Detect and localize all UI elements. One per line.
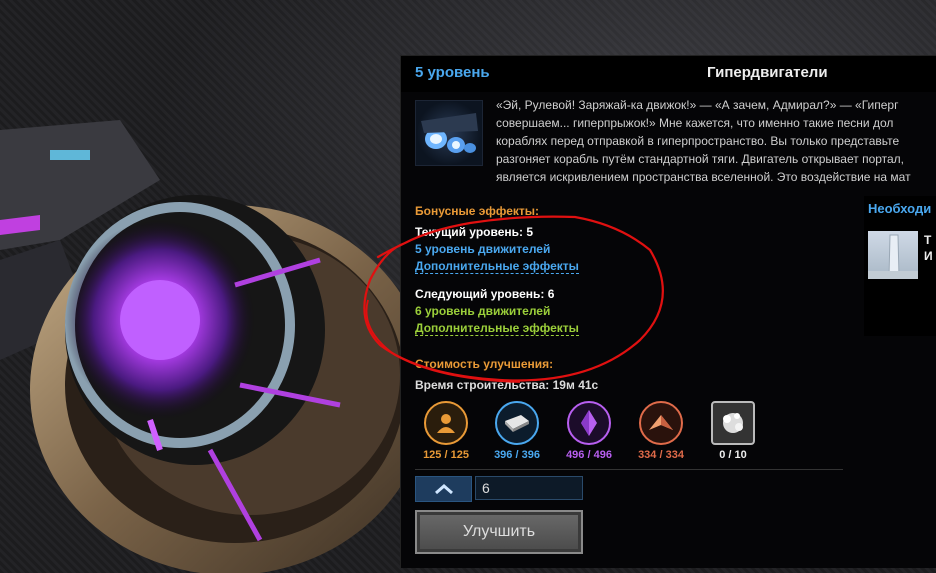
- next-thrusters-link: 6 уровень движителей: [415, 304, 551, 318]
- resource-pilots: 125 / 125: [416, 401, 476, 461]
- dust-icon: [711, 401, 755, 445]
- resource-value: 396 / 396: [494, 449, 540, 461]
- crystal-icon: [567, 401, 611, 445]
- resource-value: 125 / 125: [423, 449, 469, 461]
- next-level-label: Следующий уровень: 6: [415, 287, 555, 301]
- resource-crystal: 496 / 496: [559, 401, 619, 461]
- chevron-up-icon: [434, 484, 453, 495]
- resource-dust: 0 / 10: [703, 401, 763, 461]
- quantity-input[interactable]: [475, 476, 583, 500]
- arrowhead-icon: [639, 401, 683, 445]
- metal-plate-icon: [495, 401, 539, 445]
- resource-value: 0 / 10: [719, 449, 747, 461]
- resource-arrowhead: 334 / 334: [631, 401, 691, 461]
- level-label: 5 уровень: [415, 64, 490, 81]
- requirements-panel: Необходи Т И: [864, 196, 936, 336]
- current-level-label: Текущий уровень: 5: [415, 225, 533, 239]
- item-title: Гипердвигатели: [707, 64, 828, 81]
- pilot-icon: [424, 401, 468, 445]
- current-thrusters-link: 5 уровень движителей: [415, 242, 551, 256]
- resource-metal: 396 / 396: [487, 401, 547, 461]
- requirement-text: Т И: [924, 233, 933, 263]
- item-panel: 5 уровень Гипердвигатели «Эй, Рулевой! З…: [400, 55, 936, 568]
- requirements-title: Необходи: [868, 201, 932, 216]
- resource-value: 334 / 334: [638, 449, 684, 461]
- engine-thumbnail: [415, 100, 483, 166]
- upgrade-button[interactable]: Улучшить: [415, 510, 583, 554]
- panel-header: 5 уровень Гипердвигатели: [401, 56, 936, 92]
- tower-icon: [868, 234, 918, 279]
- hyperdrive-artwork: [0, 120, 430, 573]
- current-extra-effects-link[interactable]: Дополнительные эффекты: [415, 259, 579, 274]
- item-description: «Эй, Рулевой! Заряжай-ка движок!» — «А з…: [496, 98, 911, 184]
- engine-thumbnail-icon: [421, 113, 478, 153]
- bonus-effects-title: Бонусные эффекты:: [415, 204, 540, 218]
- requirement-building-image[interactable]: [868, 231, 918, 279]
- resource-value: 496 / 496: [566, 449, 612, 461]
- divider: [415, 469, 843, 470]
- quantity-increase-button[interactable]: [415, 476, 472, 502]
- build-time: Время строительства: 19м 41с: [415, 378, 599, 392]
- next-extra-effects-link[interactable]: Дополнительные эффекты: [415, 321, 579, 336]
- upgrade-cost-title: Стоимость улучшения:: [415, 357, 554, 371]
